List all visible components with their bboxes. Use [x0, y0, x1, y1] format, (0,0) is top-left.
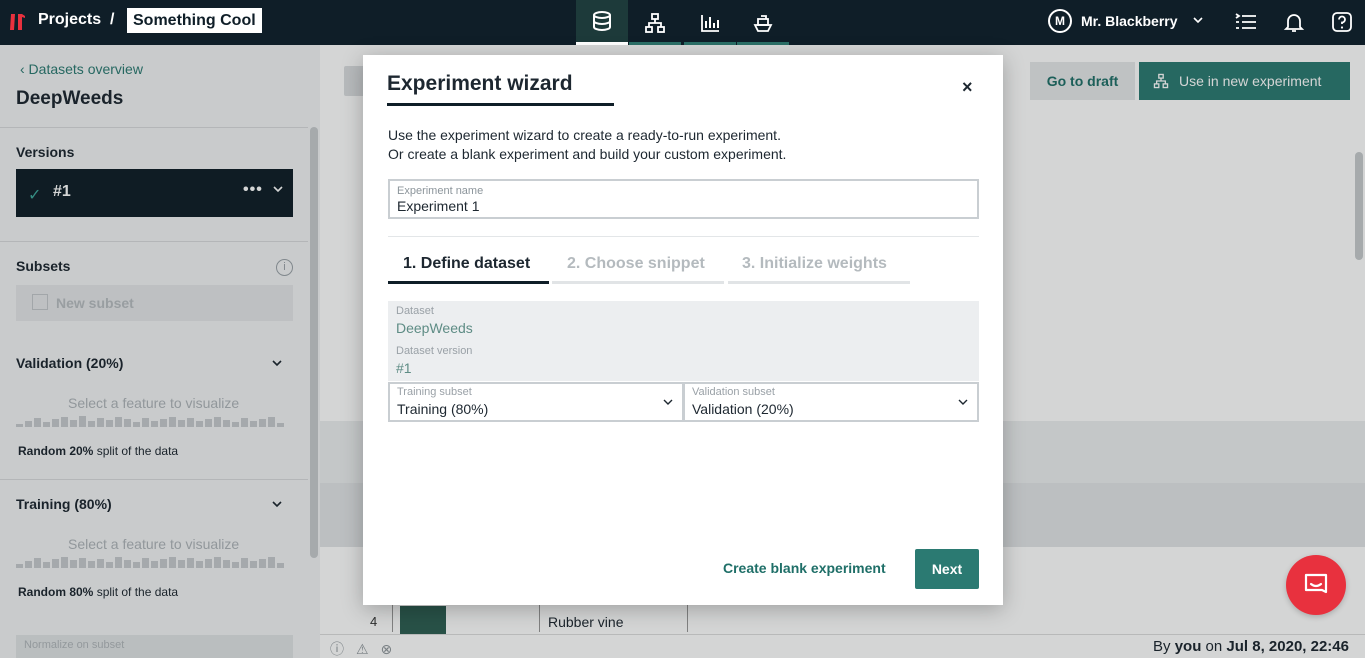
dataset-label: Dataset — [396, 305, 434, 317]
breadcrumb-project-name[interactable]: Something Cool — [127, 8, 262, 33]
tab-initialize-weights[interactable]: 3. Initialize weights — [742, 255, 887, 273]
step-underline — [728, 281, 910, 284]
bar-chart-icon — [701, 14, 719, 32]
experiment-name-label: Experiment name — [397, 185, 484, 197]
dataset-version-label: Dataset version — [396, 345, 473, 357]
dataset-version-value: #1 — [396, 360, 412, 376]
title-underline — [387, 103, 614, 106]
chat-bubble-icon — [1304, 573, 1328, 594]
bell-icon[interactable] — [1282, 10, 1306, 34]
top-bar: Projects / Something Cool M Mr. Blackber… — [0, 0, 1365, 45]
app-logo-icon[interactable] — [8, 12, 26, 32]
database-icon — [593, 11, 611, 31]
nav-tab-data[interactable] — [576, 0, 628, 45]
model-hierarchy-icon — [645, 12, 665, 33]
next-button[interactable]: Next — [915, 549, 979, 589]
breadcrumb-projects[interactable]: Projects — [38, 11, 101, 29]
avatar[interactable]: M — [1048, 9, 1072, 33]
create-blank-experiment-button[interactable]: Create blank experiment — [723, 560, 886, 576]
experiment-name-field[interactable]: Experiment name Experiment 1 — [388, 179, 979, 219]
tab-choose-snippet[interactable]: 2. Choose snippet — [567, 255, 705, 273]
step-underline — [552, 281, 724, 284]
tab-define-dataset[interactable]: 1. Define dataset — [403, 255, 530, 273]
chat-support-button[interactable] — [1286, 555, 1346, 615]
chevron-down-icon — [958, 399, 968, 405]
training-subset-label: Training subset — [397, 386, 472, 398]
user-menu-name[interactable]: Mr. Blackberry — [1081, 13, 1178, 29]
active-step-underline — [388, 281, 549, 284]
dataset-value: DeepWeeds — [396, 320, 473, 336]
validation-subset-value: Validation (20%) — [692, 401, 794, 417]
modal-description: Use the experiment wizard to create a re… — [388, 126, 786, 164]
nav-tab-deploy[interactable] — [737, 0, 789, 45]
description-line-2: Or create a blank experiment and build y… — [388, 146, 787, 162]
changelog-list-icon[interactable] — [1234, 10, 1258, 34]
breadcrumb-separator: / — [110, 11, 115, 28]
nav-tab-modeling[interactable] — [629, 0, 681, 45]
experiment-name-value[interactable]: Experiment 1 — [397, 198, 479, 214]
close-icon[interactable]: × — [962, 77, 973, 98]
chevron-down-icon — [663, 399, 673, 405]
description-line-1: Use the experiment wizard to create a re… — [388, 127, 781, 143]
chevron-down-icon[interactable] — [1192, 14, 1204, 26]
help-icon[interactable] — [1330, 10, 1354, 34]
divider — [388, 236, 979, 237]
deploy-ship-icon — [753, 14, 773, 32]
validation-subset-label: Validation subset — [692, 386, 775, 398]
validation-subset-select[interactable]: Validation subset Validation (20%) — [683, 382, 979, 422]
experiment-wizard-modal: Experiment wizard × Use the experiment w… — [363, 55, 1003, 605]
training-subset-select[interactable]: Training subset Training (80%) — [388, 382, 684, 422]
training-subset-value: Training (80%) — [397, 401, 489, 417]
nav-tab-evaluate[interactable] — [684, 0, 736, 45]
modal-title: Experiment wizard — [387, 72, 573, 95]
dataset-readonly-box: Dataset DeepWeeds Dataset version #1 — [388, 301, 979, 381]
